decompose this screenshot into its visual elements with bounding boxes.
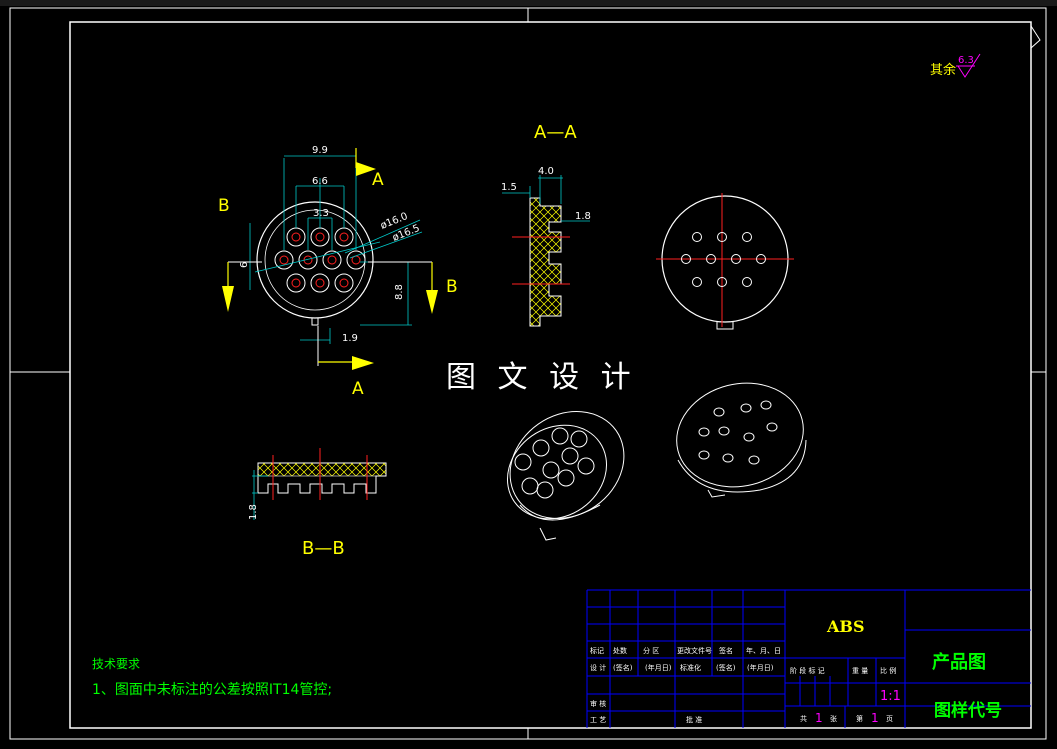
dim-aa-1-5: 1.5 xyxy=(501,182,517,193)
hdr-nianyueri2: (年月日) xyxy=(645,663,672,672)
iso-view-back[interactable] xyxy=(666,370,815,500)
dim-aa-4-0: 4.0 xyxy=(538,166,554,177)
title-block[interactable]: ABS 产品图 图样代号 1:1 标记 处数 分 区 更改文件号 签名 年、月、… xyxy=(586,589,1031,728)
hdr-jieduan: 阶 段 标 记 xyxy=(790,666,825,675)
roughness-symbol: 其余 6.3 xyxy=(930,53,981,78)
section-aa-title: A—A xyxy=(534,122,577,143)
iso-view-front[interactable] xyxy=(489,390,645,541)
back-view[interactable] xyxy=(656,193,794,330)
watermark-text: 图 文 设 计 xyxy=(446,360,637,395)
hdr-biaozhunhua: 标准化 xyxy=(680,663,701,672)
dim-aa-1-8: 1.8 xyxy=(575,211,591,222)
hdr-shenhe: 审 核 xyxy=(590,699,606,708)
hdr-nianyueri3: (年月日) xyxy=(747,663,774,672)
arrow-b-left-icon xyxy=(222,286,234,312)
hdr-sheji: 设 计 xyxy=(590,663,606,672)
front-dimension-texts: 9.9 6.6 3.3 ø16.0 ø16.5 8.8 1.9 6 xyxy=(239,145,421,344)
hdr-chushu: 处数 xyxy=(613,646,627,655)
dim-6-6: 6.6 xyxy=(312,176,328,187)
roughness-prefix: 其余 xyxy=(930,62,956,78)
front-dimension-lines xyxy=(249,155,423,344)
back-centerlines xyxy=(656,193,794,327)
hdr-biaoji: 标记 xyxy=(590,646,604,655)
hdr-qianming3: (签名) xyxy=(716,663,736,672)
section-labels: B B A A xyxy=(218,170,458,399)
material-label: ABS xyxy=(826,617,865,636)
toolbar-strip[interactable] xyxy=(0,0,1057,6)
hdr-zhongliang: 重 量 xyxy=(852,667,868,675)
hdr-gongyi: 工 艺 xyxy=(590,716,606,724)
drawing-sheet[interactable]: 其余 6.3 9.9 6.6 3.3 ø16.0 ø16.5 8.8 1.9 6… xyxy=(0,0,1057,749)
roughness-value: 6.3 xyxy=(958,55,974,66)
label-b-right: B xyxy=(446,277,458,297)
arrow-b-right-icon xyxy=(426,290,438,314)
drawing-code: 图样代号 xyxy=(934,700,1002,721)
label-a-bottom: A xyxy=(352,379,364,399)
dim-bb-1-8: 1.8 xyxy=(248,504,259,520)
hdr-ye: 页 xyxy=(886,715,893,723)
dim-3-3: 3.3 xyxy=(313,208,329,219)
scale-value: 1:1 xyxy=(880,689,901,704)
section-aa-profile xyxy=(529,197,562,327)
product-name: 产品图 xyxy=(932,651,986,673)
dim-8-8: 8.8 xyxy=(394,284,405,300)
hdr-gengwen: 更改文件号 xyxy=(677,646,712,655)
iso-back-holes xyxy=(698,400,778,465)
front-view[interactable]: 9.9 6.6 3.3 ø16.0 ø16.5 8.8 1.9 6 B B A … xyxy=(218,145,458,399)
label-a-top: A xyxy=(372,170,384,190)
hdr-fenqu: 分 区 xyxy=(643,646,659,655)
tech-req-line1: 1、图面中未标注的公差按照IT14管控; xyxy=(92,682,332,698)
label-b-left: B xyxy=(218,196,230,216)
arrow-a-bottom-icon xyxy=(352,356,374,370)
dim-1-9: 1.9 xyxy=(342,333,358,344)
iso-front-holes xyxy=(514,427,595,499)
hdr-gong: 共 xyxy=(800,714,807,723)
hdr-pizhun: 批 准 xyxy=(686,715,702,724)
dim-6-left: 6 xyxy=(239,262,250,268)
hdr-qianming2: (签名) xyxy=(613,663,633,672)
cad-drawing-canvas[interactable]: 其余 6.3 9.9 6.6 3.3 ø16.0 ø16.5 8.8 1.9 6… xyxy=(0,0,1057,749)
sheet-index: 1 xyxy=(871,711,879,725)
tech-req-title: 技术要求 xyxy=(92,657,140,671)
front-holes xyxy=(274,227,366,293)
section-bb-view[interactable]: 1.8 B—B xyxy=(248,448,387,559)
hdr-di: 第 xyxy=(856,714,863,723)
dim-9-9: 9.9 xyxy=(312,145,328,156)
sheet-total: 1 xyxy=(815,711,823,725)
hdr-nianyueri: 年、月、日 xyxy=(746,646,781,655)
section-bb-title: B—B xyxy=(302,538,345,559)
hdr-bili: 比 例 xyxy=(880,666,896,675)
front-notch xyxy=(311,318,319,326)
hdr-zhang: 张 xyxy=(830,714,837,723)
hdr-qianming: 签名 xyxy=(719,646,733,655)
section-aa-view[interactable]: A—A 4.0 1.5 1.8 xyxy=(501,122,591,327)
